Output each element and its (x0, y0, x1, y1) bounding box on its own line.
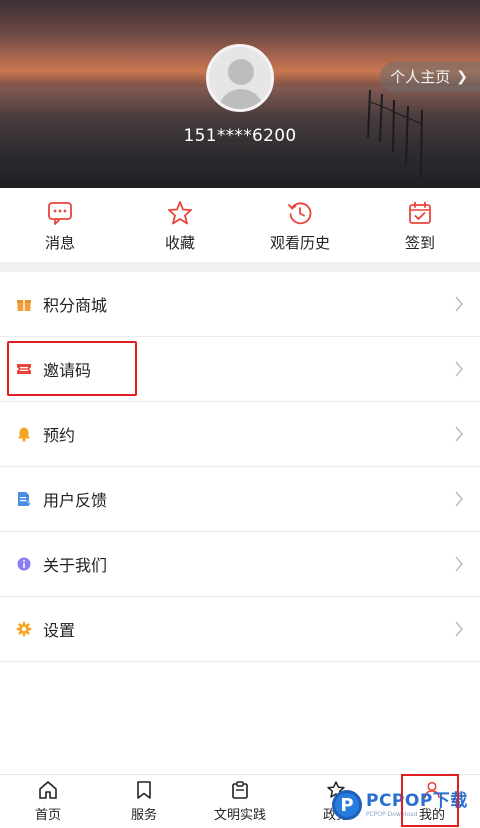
watermark-text-group: PCPOP下载 PCPOP Download (366, 790, 468, 818)
chevron-right-icon (455, 491, 463, 507)
watermark-logo-icon: P (332, 790, 362, 820)
personal-homepage-label: 个人主页 (390, 68, 451, 86)
chevron-right-icon (455, 621, 463, 637)
gift-icon (16, 296, 32, 312)
menu-item-about-us[interactable]: 关于我们 (0, 532, 480, 597)
star-icon (168, 201, 192, 225)
menu-item-reservation[interactable]: 预约 (0, 402, 480, 467)
profile-header: 151****6200 个人主页 ❯ (0, 0, 480, 188)
menu-item-label: 用户反馈 (43, 491, 108, 510)
menu-item-invite-code[interactable]: 邀请码 (0, 337, 480, 402)
menu-item-label: 邀请码 (43, 361, 92, 380)
quick-action-label: 签到 (404, 234, 435, 252)
quick-action-label: 收藏 (164, 234, 195, 252)
tab-label: 首页 (34, 808, 61, 823)
menu-item-label: 积分商城 (43, 296, 108, 315)
tab-label: 服务 (130, 808, 157, 823)
gear-icon (16, 621, 32, 637)
chevron-right-icon (455, 361, 463, 377)
history-icon (288, 202, 312, 225)
feedback-icon (16, 491, 32, 507)
clipboard-icon (232, 781, 248, 799)
tab-civilization-practice[interactable]: 文明实践 (192, 775, 288, 828)
chevron-right-icon (455, 296, 463, 312)
quick-actions-bar: 消息 收藏 观看历史 签到 (0, 188, 480, 262)
tab-home[interactable]: 首页 (0, 775, 96, 828)
quick-action-favorites[interactable]: 收藏 (120, 188, 240, 262)
tab-label: 文明实践 (213, 808, 266, 823)
bell-icon (16, 426, 32, 442)
avatar-body-shape (218, 89, 264, 109)
tab-services[interactable]: 服务 (96, 775, 192, 828)
checkin-icon (409, 201, 431, 224)
site-watermark: P PCPOP下载 PCPOP Download (332, 784, 480, 826)
menu-item-label: 设置 (43, 621, 76, 640)
section-divider (0, 262, 480, 272)
quick-action-label: 观看历史 (269, 234, 330, 252)
chevron-right-icon (455, 556, 463, 572)
chevron-right-icon: ❯ (456, 69, 468, 85)
menu-item-points-mall[interactable]: 积分商城 (0, 272, 480, 337)
menu-item-label: 关于我们 (43, 556, 108, 575)
personal-homepage-button[interactable]: 个人主页 ❯ (380, 62, 480, 92)
user-phone-number: 151****6200 (183, 126, 297, 146)
profile-menu-list: 积分商城 邀请码 预约 用户反馈 关于我们 设置 (0, 272, 480, 662)
quick-action-history[interactable]: 观看历史 (240, 188, 360, 262)
watermark-text: PCPOP下载 (366, 790, 468, 811)
quick-action-label: 消息 (44, 234, 75, 252)
avatar-head-shape (228, 59, 254, 85)
ticket-icon (16, 361, 32, 377)
bookmark-icon (137, 781, 151, 799)
quick-action-checkin[interactable]: 签到 (360, 188, 480, 262)
avatar[interactable] (206, 44, 274, 112)
home-icon (39, 781, 57, 799)
info-icon (16, 556, 32, 572)
menu-item-settings[interactable]: 设置 (0, 597, 480, 662)
watermark-subtext: PCPOP Download (366, 810, 418, 818)
menu-item-label: 预约 (43, 426, 76, 445)
chevron-right-icon (455, 426, 463, 442)
message-icon (48, 202, 72, 225)
menu-item-feedback[interactable]: 用户反馈 (0, 467, 480, 532)
quick-action-messages[interactable]: 消息 (0, 188, 120, 262)
